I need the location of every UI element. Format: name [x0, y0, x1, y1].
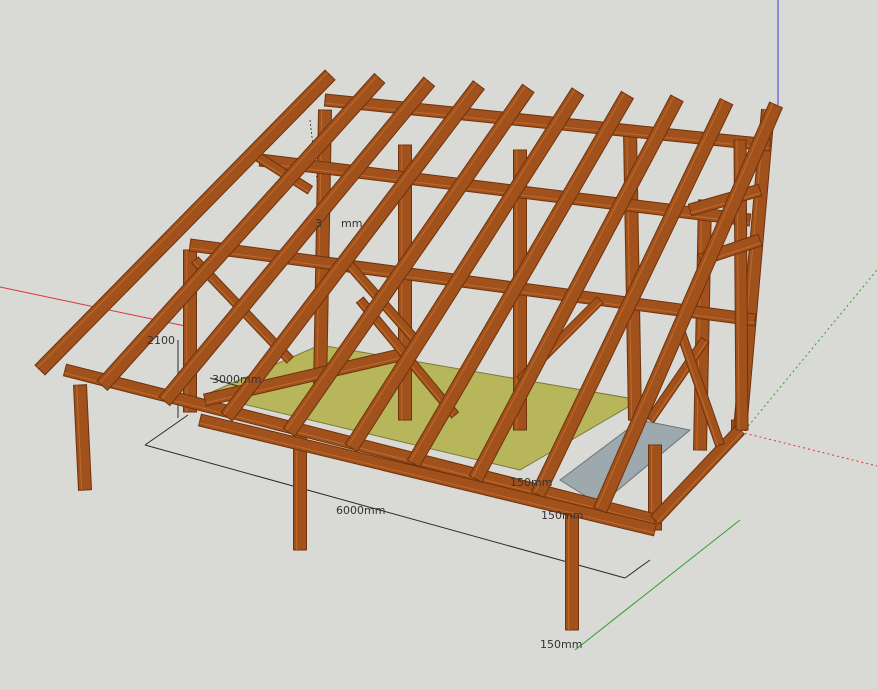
3d-model-canvas[interactable]: 6000mm 3000mm 2100 3 mm 150mm 150mm 150m… [0, 0, 877, 689]
sketchup-viewport[interactable]: 6000mm 3000mm 2100 3 mm 150mm 150mm 150m… [0, 0, 877, 689]
dim-post-b: 150mm [541, 509, 583, 522]
green-axis [574, 519, 741, 651]
dim-height-high: 3 [315, 217, 322, 230]
dim-post-a: 150mm [510, 476, 552, 489]
dim-post-c: 150mm [540, 638, 582, 651]
green-axis-dotted [744, 269, 877, 431]
dim-length: 6000mm [336, 504, 385, 517]
rafter [96, 72, 386, 391]
dim-height-high-suffix: mm [341, 217, 362, 230]
red-axis-dotted [739, 431, 877, 467]
dim-height-low: 2100 [147, 334, 175, 347]
dim-depth: 3000mm [212, 373, 261, 386]
post [72, 384, 93, 491]
